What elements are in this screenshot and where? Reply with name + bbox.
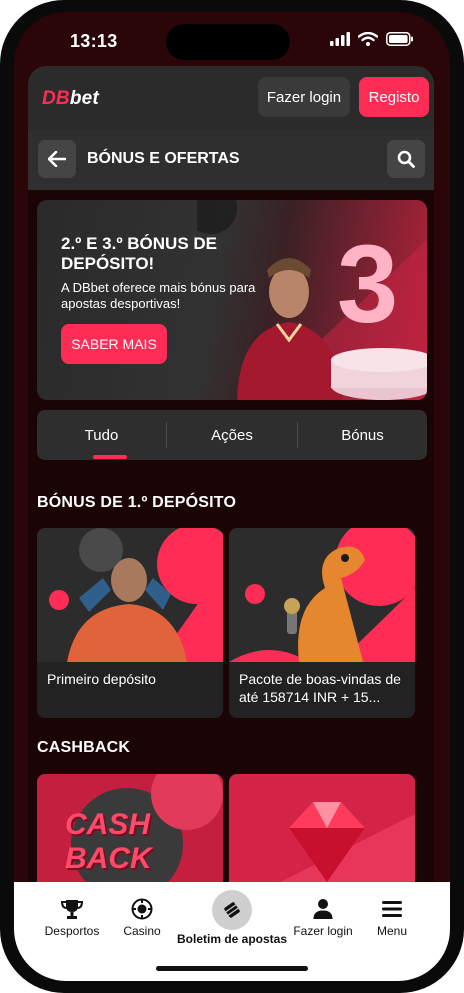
page-header: BÓNUS E OFERTAS [28, 130, 434, 190]
tabbar-label: Desportos [44, 924, 100, 938]
tabbar-casino[interactable]: Casino [118, 898, 166, 938]
goalkeeper-image [37, 528, 223, 662]
login-button[interactable]: Fazer login [258, 77, 350, 117]
betslip-ticket-icon [224, 902, 240, 918]
wifi-icon [358, 32, 378, 46]
promo-card-first-deposit[interactable]: Primeiro depósito [37, 528, 223, 718]
tabbar-betslip[interactable]: Boletim de apostas [174, 890, 290, 946]
tabbar-label: Casino [123, 924, 161, 938]
dynamic-island [166, 24, 290, 60]
promo-banner[interactable]: 3 2.º E 3.º BÓNUS DE DEPÓSITO! A DBbet o… [37, 200, 427, 400]
promo-card-welcome-package[interactable]: Pacote de boas-vindas de até 158714 INR … [229, 528, 415, 718]
screen: 13:13 DBbet Fazer login Registo BÓNUS E … [14, 12, 450, 981]
cashback-art-text: CASH BACK [65, 808, 152, 875]
dinosaur-singer-image [229, 528, 415, 662]
back-button[interactable] [38, 140, 76, 178]
betslip-badge [212, 890, 252, 930]
logo-bet: bet [69, 88, 99, 109]
section-title-cashback: CASHBACK [37, 739, 131, 756]
active-tab-indicator [93, 455, 127, 459]
tab-actions[interactable]: Ações [167, 410, 297, 460]
logo-db: DB [42, 88, 70, 109]
status-bar: 13:13 [14, 12, 450, 68]
filter-tabs: Tudo Ações Bónus [37, 410, 427, 460]
tabbar-label: Fazer login [293, 924, 353, 938]
arrow-left-icon [48, 151, 66, 167]
dbbet-logo[interactable]: DBbet [42, 88, 99, 110]
learn-more-button[interactable]: SABER MAIS [61, 324, 167, 364]
promo-card-cashback[interactable]: CASH BACK [37, 774, 223, 896]
page-title: BÓNUS E OFERTAS [87, 150, 240, 167]
app-webview: DBbet Fazer login Registo BÓNUS E OFERTA… [28, 66, 434, 896]
phone-frame: 13:13 DBbet Fazer login Registo BÓNUS E … [0, 0, 464, 993]
user-icon [313, 899, 333, 919]
tabbar-sports[interactable]: Desportos [44, 898, 100, 938]
home-indicator[interactable] [156, 966, 308, 971]
battery-icon [386, 32, 413, 46]
register-button[interactable]: Registo [359, 77, 429, 117]
casino-chip-icon [131, 898, 153, 920]
tabbar-label: Menu [376, 924, 408, 938]
search-button[interactable] [387, 140, 425, 178]
status-icons [330, 32, 414, 46]
tab-all[interactable]: Tudo [37, 410, 166, 460]
tabbar-login[interactable]: Fazer login [292, 898, 354, 938]
signal-icon [330, 32, 350, 46]
trophy-icon [61, 900, 83, 919]
ruby-gem-image [229, 774, 415, 896]
tabbar-label: Boletim de apostas [176, 932, 288, 946]
hamburger-menu-icon [382, 901, 402, 917]
banner-text: A DBbet oferece mais bónus para apostas … [61, 280, 256, 311]
top-header: DBbet Fazer login Registo [28, 66, 434, 130]
card-title: Primeiro depósito [47, 671, 156, 687]
promo-card-gem[interactable] [229, 774, 415, 896]
tab-bonus[interactable]: Bónus [298, 410, 427, 460]
status-time: 13:13 [70, 31, 118, 51]
banner-title: 2.º E 3.º BÓNUS DE DEPÓSITO! [61, 234, 218, 273]
banner-numeral: 3 [337, 223, 399, 346]
card-title: Pacote de boas-vindas de até 158714 INR … [239, 671, 401, 705]
section-title-first-deposit: BÓNUS DE 1.º DEPÓSITO [37, 494, 237, 511]
tabbar-menu[interactable]: Menu [370, 898, 414, 938]
search-icon [397, 150, 415, 168]
